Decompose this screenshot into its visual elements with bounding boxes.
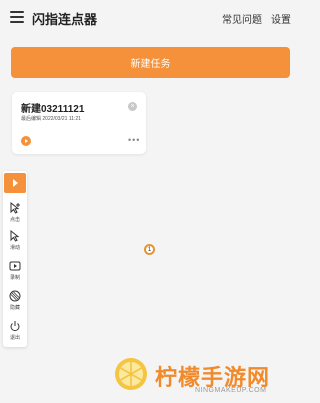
- toolbar-item-label: 隐藏: [9, 305, 20, 311]
- floating-toolbar: 点击 滑动 录制 隐藏 退出: [3, 171, 27, 347]
- toolbar-item-record[interactable]: 录制: [3, 259, 27, 283]
- toolbar-item-click[interactable]: 点击: [3, 201, 27, 225]
- lemon-logo-icon: [115, 358, 147, 390]
- top-bar: 闪指连点器 常见问题 设置: [0, 0, 300, 36]
- power-icon: [10, 321, 20, 332]
- settings-link[interactable]: 设置: [271, 11, 291, 26]
- close-icon[interactable]: ×: [128, 102, 137, 111]
- toolbar-item-swipe[interactable]: 滑动: [3, 229, 27, 253]
- play-icon[interactable]: [21, 136, 31, 146]
- task-last-edited: 最后编辑 2022/03/21 11:21: [21, 116, 81, 122]
- click-target-marker[interactable]: 1: [144, 244, 155, 255]
- task-name: 新建03211121: [21, 104, 85, 115]
- record-icon: [9, 261, 21, 271]
- toolbar-item-hide[interactable]: 隐藏: [3, 289, 27, 313]
- add-click-icon: [10, 202, 20, 214]
- toolbar-item-label: 退出: [9, 335, 20, 341]
- toolbar-item-exit[interactable]: 退出: [3, 319, 27, 343]
- toolbar-item-label: 点击: [9, 217, 20, 223]
- new-task-button[interactable]: 新建任务: [11, 47, 290, 78]
- more-icon[interactable]: •••: [128, 135, 140, 145]
- faq-link[interactable]: 常见问题: [222, 11, 262, 26]
- toolbar-item-label: 滑动: [9, 245, 20, 251]
- app-title: 闪指连点器: [32, 12, 98, 27]
- toolbar-play-button[interactable]: [4, 173, 26, 193]
- watermark-url: NINGMAKEUP.COM: [195, 387, 267, 394]
- hide-icon: [9, 290, 21, 302]
- task-card[interactable]: 新建03211121 最后编辑 2022/03/21 11:21 × •••: [12, 92, 146, 154]
- menu-icon[interactable]: [10, 11, 24, 23]
- toolbar-item-label: 录制: [9, 275, 20, 281]
- swipe-icon: [10, 230, 20, 242]
